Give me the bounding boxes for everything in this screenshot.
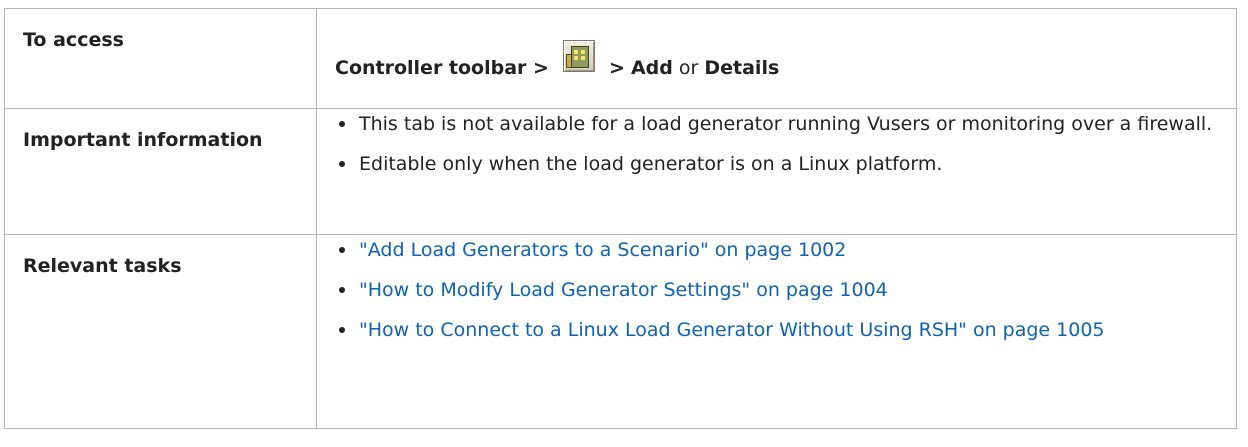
relevant-tasks-content: "Add Load Generators to a Scenario" on p… <box>316 234 1237 429</box>
to-access-label: To access <box>4 8 317 109</box>
add-text: Add <box>630 57 673 79</box>
bullet-icon <box>339 121 345 127</box>
tasks-list: "Add Load Generators to a Scenario" on p… <box>335 235 1218 345</box>
list-item: "How to Connect to a Linux Load Generato… <box>335 315 1218 345</box>
important-information-label: Important information <box>4 108 317 235</box>
row-to-access: To access Controller toolbar > > Add or … <box>4 8 1237 109</box>
list-item: Editable only when the load generator is… <box>335 149 1218 179</box>
bullet-icon <box>339 161 345 167</box>
important-information-content: This tab is not available for a load gen… <box>316 108 1237 235</box>
list-item: "Add Load Generators to a Scenario" on p… <box>335 235 1218 265</box>
task-link-add-load-generators[interactable]: "Add Load Generators to a Scenario" on p… <box>359 239 846 261</box>
controller-toolbar-text: Controller toolbar > <box>335 57 549 79</box>
list-item: "How to Modify Load Generator Settings" … <box>335 275 1218 305</box>
bullet-icon <box>339 287 345 293</box>
or-text: or <box>678 57 699 79</box>
important-item-text: This tab is not available for a load gen… <box>359 113 1213 135</box>
path-separator: > <box>608 57 625 79</box>
row-relevant-tasks: Relevant tasks "Add Load Generators to a… <box>4 234 1237 429</box>
important-list: This tab is not available for a load gen… <box>335 109 1218 179</box>
bullet-icon <box>339 327 345 333</box>
access-path: Controller toolbar > > Add or Details <box>335 40 1218 83</box>
to-access-content: Controller toolbar > > Add or Details <box>316 8 1237 109</box>
bullet-icon <box>339 247 345 253</box>
info-table: To access Controller toolbar > > Add or … <box>4 8 1237 429</box>
task-link-connect-linux[interactable]: "How to Connect to a Linux Load Generato… <box>359 319 1105 341</box>
details-text: Details <box>704 57 780 79</box>
relevant-tasks-label: Relevant tasks <box>4 234 317 429</box>
load-generators-icon <box>562 40 595 72</box>
task-link-modify-settings[interactable]: "How to Modify Load Generator Settings" … <box>359 279 888 301</box>
important-item-text: Editable only when the load generator is… <box>359 153 943 175</box>
list-item: This tab is not available for a load gen… <box>335 109 1218 139</box>
row-important-information: Important information This tab is not av… <box>4 108 1237 235</box>
